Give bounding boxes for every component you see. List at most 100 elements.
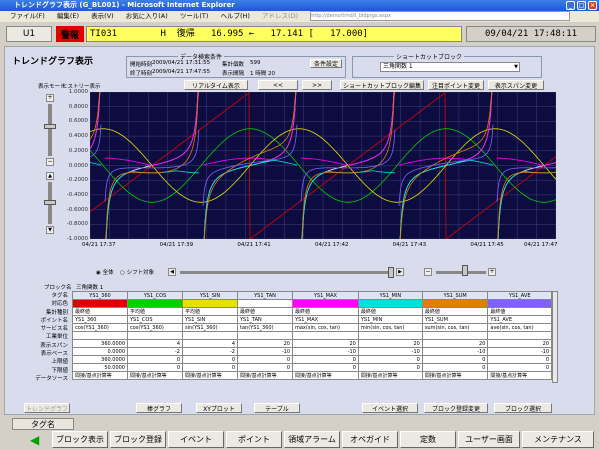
table-cell[interactable]: -10 (421, 347, 489, 356)
table-cell[interactable]: 間接/基点計算等 (127, 371, 183, 380)
table-cell[interactable]: 50.0000 (72, 363, 128, 372)
table-cell[interactable]: 360.0000 (72, 355, 128, 364)
table-cell[interactable]: 間接/基点計算等 (72, 371, 128, 380)
time-scroll-track[interactable] (180, 271, 394, 274)
table-cell[interactable] (72, 299, 128, 308)
vertical-zoom-thumb[interactable] (44, 124, 56, 129)
table-cell[interactable]: sum(sin, cos, tan) (421, 323, 489, 332)
table-cell[interactable]: 20 (357, 339, 423, 348)
fkey-area-alarm[interactable]: 領域アラーム (284, 431, 340, 448)
span-change-button[interactable]: 表示スパン変更 (488, 80, 544, 90)
table-cell[interactable]: 0 (357, 363, 423, 372)
table-cell[interactable]: 0 (487, 355, 552, 364)
table-cell[interactable]: 0 (487, 363, 552, 372)
table-cell[interactable]: 0 (292, 355, 359, 364)
menu-view[interactable]: 表示(V) (91, 12, 114, 20)
table-cell[interactable]: YS1_MAX (292, 291, 359, 300)
table-cell[interactable]: 4 (127, 339, 183, 348)
bar-graph-button[interactable]: 棒グラフ (136, 403, 182, 413)
table-cell[interactable]: YS1_360 (72, 291, 128, 300)
table-cell[interactable]: 0 (237, 355, 293, 364)
table-cell[interactable]: 0.0000 (72, 347, 128, 356)
time-zoom-track[interactable] (436, 271, 486, 274)
table-cell[interactable]: min(sin, cos, tan) (357, 323, 423, 332)
table-button[interactable]: テーブル (254, 403, 300, 413)
table-cell[interactable]: 20 (421, 339, 489, 348)
minimize-icon[interactable]: _ (566, 1, 575, 10)
table-cell[interactable]: YS1_SIN (182, 291, 238, 300)
menu-favorites[interactable]: お気に入り(A) (126, 12, 168, 20)
table-cell[interactable]: 0 (421, 355, 489, 364)
table-cell[interactable] (237, 299, 293, 308)
block-register-button[interactable]: ブロック登録変更 (424, 403, 488, 413)
menu-tools[interactable]: ツール(T) (180, 12, 209, 20)
table-cell[interactable]: cos(YS1_360) (72, 323, 128, 332)
arrow-down-icon[interactable]: ▼ (46, 226, 54, 234)
table-cell[interactable]: 0 (182, 355, 238, 364)
table-cell[interactable] (357, 299, 423, 308)
fkey-user-screen[interactable]: ユーザー画面 (458, 431, 520, 448)
xy-plot-button[interactable]: XYプロット (196, 403, 242, 413)
table-cell[interactable]: YS1_COS (127, 315, 183, 324)
arrow-right-icon[interactable]: ▶ (396, 268, 404, 276)
radio-all[interactable]: ◉ 全体 (96, 268, 114, 276)
table-cell[interactable]: 最終値 (357, 307, 423, 316)
zoom-in-icon[interactable]: + (46, 94, 54, 102)
fkey-event[interactable]: イベント (168, 431, 224, 448)
table-cell[interactable]: 20 (292, 339, 359, 348)
table-cell[interactable]: 4 (182, 339, 238, 348)
table-cell[interactable] (182, 299, 238, 308)
table-cell[interactable]: YS1_SIN (182, 315, 238, 324)
table-cell[interactable] (72, 331, 128, 340)
table-cell[interactable]: ave(sin, cos, tan) (487, 323, 552, 332)
table-cell[interactable]: 0 (182, 363, 238, 372)
back-arrow-icon[interactable]: ◀ (30, 433, 50, 447)
table-cell[interactable]: cos(YS1_360) (127, 323, 183, 332)
fkey-operation-guide[interactable]: オペガイド (342, 431, 398, 448)
table-cell[interactable]: -2 (127, 347, 183, 356)
table-cell[interactable]: -2 (182, 347, 238, 356)
table-cell[interactable]: 20 (237, 339, 293, 348)
table-cell[interactable]: 0 (127, 355, 183, 364)
time-zoom-thumb[interactable] (462, 265, 468, 276)
table-cell[interactable]: -10 (237, 347, 293, 356)
fkey-point[interactable]: ポイント (226, 431, 282, 448)
table-cell[interactable]: 0 (237, 363, 293, 372)
table-cell[interactable]: 間接/基点計算等 (237, 371, 293, 380)
table-cell[interactable]: YS1_COS (127, 291, 183, 300)
table-cell[interactable]: 最終値 (487, 307, 552, 316)
table-cell[interactable] (292, 299, 359, 308)
table-cell[interactable]: sin(YS1_360) (182, 323, 238, 332)
shortcut-select[interactable]: 三角関数 1 ▼ (380, 62, 520, 72)
table-cell[interactable]: 最終値 (237, 307, 293, 316)
table-cell[interactable]: YS1_MIN (357, 315, 423, 324)
table-cell[interactable] (292, 331, 359, 340)
table-cell[interactable]: 360.0000 (72, 339, 128, 348)
block-select-button[interactable]: ブロック選択 (494, 403, 552, 413)
zoom-out-icon[interactable]: − (46, 158, 54, 166)
table-cell[interactable]: 間接/基点計算等 (421, 371, 489, 380)
table-cell[interactable]: 最終値 (292, 307, 359, 316)
time-zoom-out-icon[interactable]: − (424, 268, 432, 276)
table-cell[interactable]: 最終値 (421, 307, 489, 316)
table-cell[interactable]: 間接/基点計算等 (357, 371, 423, 380)
table-cell[interactable]: YS1_SUM (421, 291, 489, 300)
close-icon[interactable]: × (588, 1, 597, 10)
table-cell[interactable] (421, 331, 489, 340)
table-cell[interactable]: 間接/基点計算等 (292, 371, 359, 380)
condition-setting-button[interactable]: 条件設定 (310, 59, 342, 68)
table-cell[interactable] (487, 331, 552, 340)
table-cell[interactable] (487, 299, 552, 308)
table-cell[interactable] (237, 331, 293, 340)
table-cell[interactable]: YS1_AVE (487, 291, 552, 300)
prev-button[interactable]: << (258, 80, 298, 90)
chevron-down-icon[interactable]: ▼ (514, 63, 518, 71)
time-zoom-in-icon[interactable]: + (488, 268, 496, 276)
table-cell[interactable]: 平均値 (182, 307, 238, 316)
trend-graph-button[interactable]: トレンドグラフ (24, 403, 70, 413)
fkey-maintenance[interactable]: メンテナンス (522, 431, 594, 448)
table-cell[interactable]: 平均値 (127, 307, 183, 316)
table-cell[interactable]: -10 (292, 347, 359, 356)
unit-button[interactable]: U1 (6, 26, 52, 42)
table-cell[interactable]: YS1_MAX (292, 315, 359, 324)
